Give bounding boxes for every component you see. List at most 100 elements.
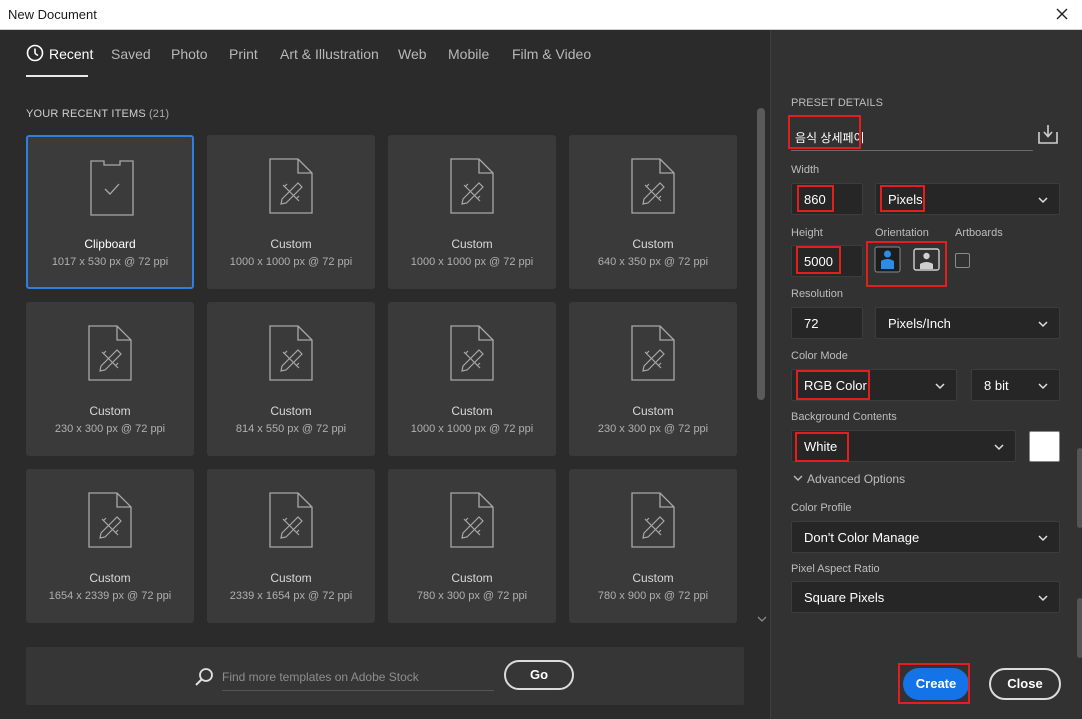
item-name: Custom (632, 571, 674, 585)
background-contents-select[interactable]: White (791, 430, 1016, 462)
color-mode-select[interactable]: RGB Color (791, 369, 957, 401)
recent-item[interactable]: Custom 1000 x 1000 px @ 72 ppi (388, 135, 556, 289)
pixel-aspect-value: Square Pixels (804, 590, 885, 605)
close-button[interactable]: Close (989, 668, 1061, 700)
width-unit-select[interactable]: Pixels (875, 183, 1060, 215)
tab-film-video[interactable]: Film & Video (512, 46, 591, 62)
window-title: New Document (8, 7, 97, 22)
advanced-options-toggle[interactable]: Advanced Options (793, 472, 905, 486)
item-meta: 230 x 300 px @ 72 ppi (54, 423, 166, 435)
document-icon (88, 492, 132, 548)
tab-recent[interactable]: Recent (49, 46, 93, 62)
document-icon (631, 158, 675, 214)
panel-scrollbar-lower[interactable] (1077, 598, 1082, 658)
recent-count: (21) (148, 108, 170, 120)
item-meta: 1000 x 1000 px @ 72 ppi (410, 423, 534, 435)
item-name: Custom (632, 237, 674, 251)
width-input[interactable]: 860 (791, 183, 863, 215)
go-button[interactable]: Go (504, 660, 574, 690)
recent-item[interactable]: Custom 2339 x 1654 px @ 72 ppi (207, 469, 375, 623)
chevron-down-icon (994, 444, 1004, 451)
chevron-down-icon (793, 475, 803, 481)
resolution-label: Resolution (791, 288, 843, 300)
resolution-input[interactable]: 72 (791, 307, 863, 339)
document-icon (269, 158, 313, 214)
title-bar: New Document (0, 0, 1082, 30)
document-icon (631, 492, 675, 548)
document-icon (450, 492, 494, 548)
recent-item[interactable]: Custom 230 x 300 px @ 72 ppi (26, 302, 194, 456)
artboards-checkbox[interactable] (955, 253, 970, 268)
resolution-value: 72 (804, 316, 819, 331)
item-meta: 2339 x 1654 px @ 72 ppi (229, 590, 353, 602)
recent-item[interactable]: Custom 1000 x 1000 px @ 72 ppi (207, 135, 375, 289)
bit-depth-select[interactable]: 8 bit (971, 369, 1060, 401)
height-label: Height (791, 227, 823, 239)
item-name: Custom (451, 571, 493, 585)
item-name: Custom (632, 404, 674, 418)
preset-name: 음식 상세페이 (795, 131, 865, 145)
active-tab-indicator (26, 75, 88, 77)
item-name: Custom (451, 404, 493, 418)
save-preset-icon[interactable] (1037, 123, 1059, 145)
item-name: Custom (89, 404, 131, 418)
stock-search-input[interactable] (222, 663, 494, 691)
recent-item[interactable]: Custom 1000 x 1000 px @ 72 ppi (388, 302, 556, 456)
item-name: Custom (270, 571, 312, 585)
tab-mobile[interactable]: Mobile (448, 46, 489, 62)
resolution-unit-select[interactable]: Pixels/Inch (875, 307, 1060, 339)
advanced-options-label: Advanced Options (807, 472, 906, 486)
recent-item[interactable]: Custom 230 x 300 px @ 72 ppi (569, 302, 737, 456)
recent-item[interactable]: Custom 780 x 300 px @ 72 ppi (388, 469, 556, 623)
bit-depth-value: 8 bit (984, 378, 1009, 393)
height-input[interactable]: 5000 (791, 245, 863, 277)
item-meta: 814 x 550 px @ 72 ppi (235, 423, 347, 435)
chevron-down-icon (1038, 321, 1048, 328)
color-profile-value: Don't Color Manage (804, 530, 920, 545)
tab-art-illustration[interactable]: Art & Illustration (280, 46, 379, 62)
clock-icon (26, 44, 44, 62)
pixel-aspect-select[interactable]: Square Pixels (791, 581, 1060, 613)
document-icon (88, 325, 132, 381)
background-value: White (804, 439, 838, 454)
artboards-label: Artboards (955, 227, 1003, 239)
recent-item[interactable]: Custom 1654 x 2339 px @ 72 ppi (26, 469, 194, 623)
stock-search-bar: Go (26, 647, 744, 705)
document-icon (450, 325, 494, 381)
item-meta: 1000 x 1000 px @ 72 ppi (410, 256, 534, 268)
tab-print[interactable]: Print (229, 46, 258, 62)
close-icon[interactable] (1052, 4, 1072, 24)
item-name: Custom (89, 571, 131, 585)
recent-items-heading: YOUR RECENT ITEMS (21) (26, 108, 169, 120)
pixel-aspect-label: Pixel Aspect Ratio (791, 563, 880, 575)
color-mode-value: RGB Color (804, 378, 867, 393)
item-name: Clipboard (84, 237, 136, 251)
tab-web[interactable]: Web (398, 46, 427, 62)
item-meta: 230 x 300 px @ 72 ppi (597, 423, 709, 435)
document-icon (269, 492, 313, 548)
item-name: Custom (451, 237, 493, 251)
background-contents-label: Background Contents (791, 411, 897, 423)
item-name: Custom (270, 404, 312, 418)
scrollbar-thumb[interactable] (757, 108, 765, 400)
preset-details-heading: PRESET DETAILS (791, 97, 883, 109)
recent-item[interactable]: Custom 780 x 900 px @ 72 ppi (569, 469, 737, 623)
background-color-swatch[interactable] (1029, 431, 1060, 462)
preset-name-field[interactable]: 음식 상세페이 (791, 119, 1033, 151)
tab-photo[interactable]: Photo (171, 46, 208, 62)
recent-item-clipboard[interactable]: Clipboard 1017 x 530 px @ 72 ppi (26, 135, 194, 289)
recent-item[interactable]: Custom 640 x 350 px @ 72 ppi (569, 135, 737, 289)
color-profile-select[interactable]: Don't Color Manage (791, 521, 1060, 553)
document-icon (450, 158, 494, 214)
recent-item[interactable]: Custom 814 x 550 px @ 72 ppi (207, 302, 375, 456)
portrait-icon[interactable] (874, 246, 901, 273)
create-button[interactable]: Create (903, 668, 969, 700)
item-name: Custom (270, 237, 312, 251)
recent-heading-text: YOUR RECENT ITEMS (26, 108, 146, 120)
tab-saved[interactable]: Saved (111, 46, 151, 62)
item-meta: 1017 x 530 px @ 72 ppi (51, 256, 169, 268)
landscape-icon[interactable] (913, 246, 940, 273)
chevron-down-icon (1038, 197, 1048, 204)
chevron-down-icon[interactable] (756, 614, 768, 624)
panel-scrollbar[interactable] (1077, 448, 1082, 528)
